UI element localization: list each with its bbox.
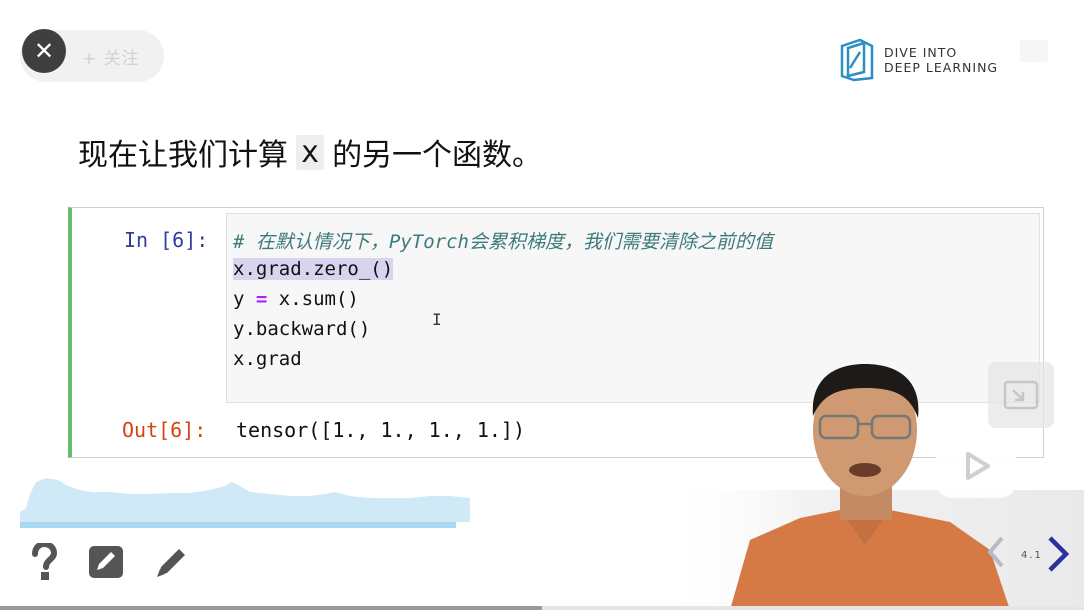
- picture-in-picture-button[interactable]: [988, 362, 1054, 428]
- text-cursor-icon: I: [432, 310, 442, 329]
- book-logo-icon: [840, 38, 874, 82]
- logo-line-1: DIVE INTO: [884, 45, 958, 60]
- next-slide-button[interactable]: [1044, 534, 1072, 574]
- question-icon: [32, 543, 58, 580]
- logo-line-2: DEEP LEARNING: [884, 60, 999, 75]
- close-icon: ✕: [33, 37, 55, 65]
- follow-label[interactable]: + 关注: [82, 44, 140, 69]
- output-prompt: Out[6]:: [122, 418, 207, 442]
- chevron-right-icon: [1048, 536, 1070, 572]
- code-line-4: y.backward(): [233, 318, 371, 340]
- code-line-3: y = x.sum(): [233, 288, 359, 310]
- heading-code: x: [296, 134, 325, 170]
- heading-text-after: 的另一个函数。: [332, 138, 543, 173]
- video-progress-bar[interactable]: [0, 606, 1084, 610]
- pencil-icon: [157, 549, 185, 577]
- edit-box-icon: [89, 546, 123, 578]
- close-button[interactable]: ✕: [22, 29, 66, 73]
- d2l-logo: DIVE INTO DEEP LEARNING: [838, 38, 998, 82]
- chevron-left-icon: [987, 536, 1004, 568]
- help-button[interactable]: [22, 540, 66, 584]
- slide-number: 4.1: [1021, 550, 1043, 561]
- code-line-3-b: x.sum(): [267, 288, 359, 310]
- code-operator: =: [255, 288, 268, 310]
- heading-text-before: 现在让我们计算: [78, 138, 288, 173]
- previous-slide-button[interactable]: [986, 534, 1006, 570]
- video-progress-fill: [0, 606, 542, 610]
- edit-box-button[interactable]: [84, 540, 128, 584]
- pencil-button[interactable]: [150, 540, 194, 584]
- code-selection: x.grad.zero_(): [233, 258, 394, 280]
- cell-output: tensor([1., 1., 1., 1.]): [236, 418, 525, 442]
- input-prompt: In [6]:: [124, 228, 209, 252]
- code-line-3-a: y: [233, 288, 256, 310]
- code-line-2: x.grad.zero_(): [233, 258, 394, 280]
- slide-heading: 现在让我们计算 x 的另一个函数。: [78, 130, 542, 174]
- audio-waveform: [20, 478, 470, 528]
- play-button[interactable]: [932, 420, 1020, 500]
- window-control[interactable]: [1020, 40, 1048, 62]
- code-line-5: x.grad: [233, 348, 302, 370]
- logo-text: DIVE INTO DEEP LEARNING: [884, 45, 998, 75]
- code-comment: # 在默认情况下，PyTorch会累积梯度，我们需要清除之前的值: [233, 231, 773, 253]
- picture-in-picture-icon: [1003, 380, 1039, 410]
